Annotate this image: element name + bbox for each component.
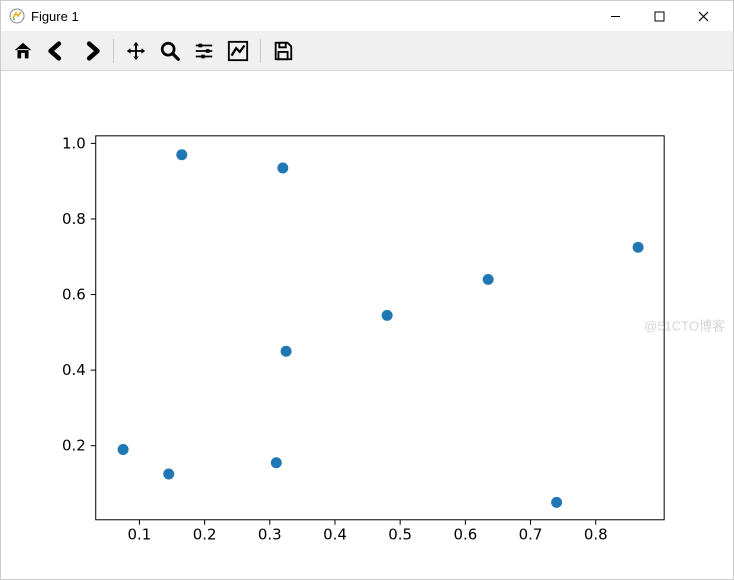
scatter-chart: 0.1 0.2 0.3 0.4 0.5 0.6 0.7 0.8 0.2 0.4 0.6 0.8 1.0: [1, 71, 733, 580]
svg-text:0.7: 0.7: [519, 526, 543, 544]
titlebar: Figure 1: [1, 1, 733, 32]
sliders-icon[interactable]: [188, 35, 220, 67]
back-icon[interactable]: [41, 35, 73, 67]
svg-text:0.4: 0.4: [323, 526, 347, 544]
svg-text:0.6: 0.6: [62, 286, 86, 304]
forward-icon[interactable]: [75, 35, 107, 67]
svg-text:0.1: 0.1: [128, 526, 152, 544]
figure-window: Figure 1: [0, 0, 734, 580]
zoom-icon[interactable]: [154, 35, 186, 67]
svg-text:0.6: 0.6: [453, 526, 477, 544]
mpl-toolbar: [1, 32, 733, 71]
minimize-button[interactable]: [593, 1, 637, 31]
svg-text:0.8: 0.8: [584, 526, 608, 544]
svg-text:0.8: 0.8: [62, 210, 86, 228]
svg-text:0.2: 0.2: [62, 437, 86, 455]
toolbar-separator: [113, 39, 114, 63]
maximize-button[interactable]: [637, 1, 681, 31]
window-title: Figure 1: [31, 9, 79, 24]
app-icon: [9, 8, 25, 24]
svg-text:0.3: 0.3: [258, 526, 282, 544]
close-button[interactable]: [681, 1, 725, 31]
svg-text:0.4: 0.4: [62, 361, 86, 379]
save-icon[interactable]: [267, 35, 299, 67]
home-icon[interactable]: [7, 35, 39, 67]
toolbar-separator: [260, 39, 261, 63]
svg-text:0.2: 0.2: [193, 526, 217, 544]
move-icon[interactable]: [120, 35, 152, 67]
chart-line-icon[interactable]: [222, 35, 254, 67]
plot-area[interactable]: 0.10.20.30.40.50.60.70.80.20.40.60.81.0 …: [1, 71, 733, 579]
svg-text:0.5: 0.5: [388, 526, 412, 544]
svg-text:1.0: 1.0: [62, 134, 86, 152]
